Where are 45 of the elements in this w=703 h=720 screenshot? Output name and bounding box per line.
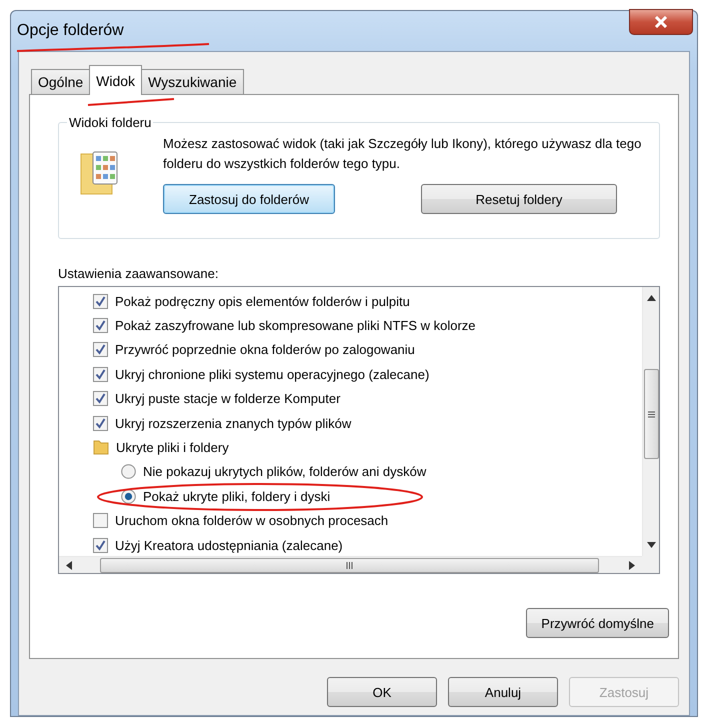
description-text: Możesz zastosować widok (taki jak Szczegóły lub Ikony), którego używasz dla tego folderu do wszystkich folderów tego typu. [163, 135, 642, 173]
dialog-button[interactable]: Anuluj [448, 677, 558, 707]
checkbox[interactable] [93, 538, 108, 553]
grip-icon [648, 410, 654, 418]
checkbox[interactable] [93, 391, 108, 406]
checkbox[interactable] [93, 294, 108, 309]
tab[interactable]: Wyszukiwanie [141, 69, 244, 94]
close-button[interactable] [629, 9, 693, 35]
close-icon [654, 16, 668, 28]
horizontal-scrollbar[interactable] [59, 556, 642, 573]
radio-button[interactable] [121, 464, 136, 480]
option-label: Przywróć poprzednie okna folderów po zalogowaniu [115, 342, 415, 358]
tab[interactable]: Ogólne [31, 69, 90, 94]
folder-button[interactable]: Zastosuj do folderów [163, 184, 335, 214]
checkbox[interactable] [93, 366, 108, 382]
restore-defaults-button[interactable]: Przywróć domyślne [526, 608, 669, 638]
option-label: Nie pokazuj ukrytych plików, folderów ani dysków [143, 464, 426, 480]
folder-icon [93, 440, 109, 456]
scroll-up-icon[interactable] [646, 295, 656, 301]
group-label: Ukryte pliki i foldery [116, 440, 229, 456]
checkbox[interactable] [93, 416, 108, 431]
option-label: Użyj Kreatora udostępniania (zalecane) [115, 538, 343, 553]
option-label: Ukryj puste stacje w folderze Komputer [115, 391, 340, 406]
option-label: Pokaż podręczny opis elementów folderów i pulpitu [115, 294, 410, 309]
group-title: Widoki folderu [68, 115, 152, 130]
scroll-down-icon[interactable] [646, 542, 656, 548]
scroll-right-icon[interactable] [629, 560, 635, 570]
option-label: Pokaż ukryte pliki, foldery i dyski [143, 488, 330, 504]
vertical-scrollbar[interactable] [642, 287, 659, 556]
checkbox[interactable] [93, 513, 108, 528]
tab[interactable]: Widok [89, 65, 142, 95]
scroll-thumb[interactable] [100, 558, 599, 572]
window-title: Opcje folderów [17, 22, 124, 40]
checkbox[interactable] [93, 342, 108, 358]
folder-button[interactable]: Resetuj foldery [421, 184, 617, 214]
option-label: Ukryj rozszerzenia znanych typów plików [115, 416, 352, 431]
scroll-left-icon[interactable] [66, 560, 72, 570]
scroll-thumb[interactable] [644, 369, 658, 459]
option-label: Pokaż zaszyfrowane lub skompresowane pliki NTFS w kolorze [115, 318, 476, 334]
option-label: Ukryj chronione pliki systemu operacyjnego (zalecane) [115, 366, 430, 382]
section-label: Ustawienia zaawansowane: [58, 266, 220, 281]
grip-icon [346, 562, 353, 568]
checkbox[interactable] [93, 318, 108, 334]
option-label: Uruchom okna folderów w osobnych procesach [115, 513, 388, 528]
dialog-button[interactable]: OK [327, 677, 437, 707]
